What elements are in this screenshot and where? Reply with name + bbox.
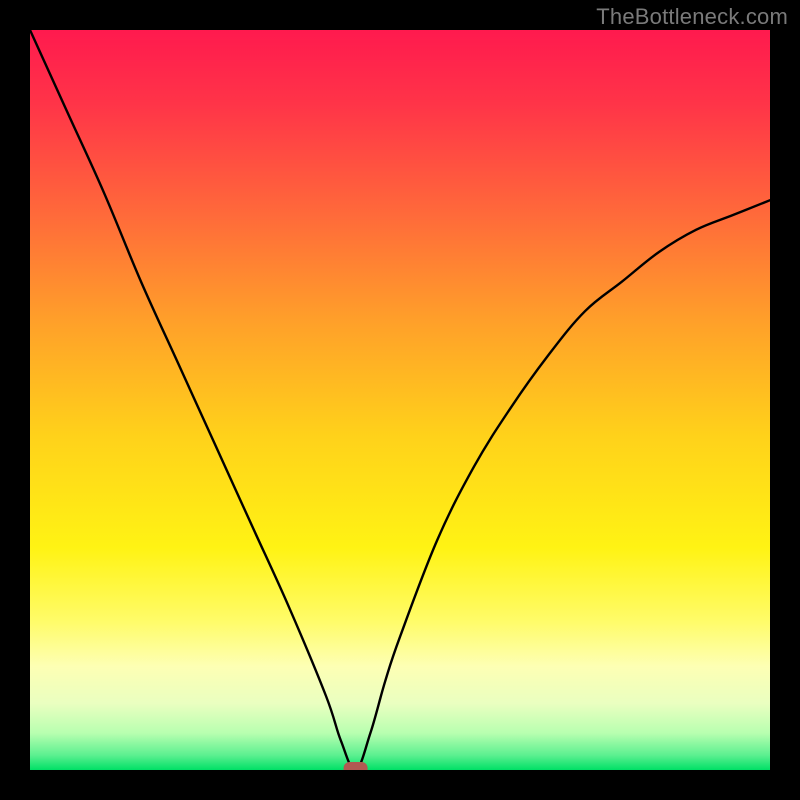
- chart-frame: [30, 30, 770, 770]
- watermark-text: TheBottleneck.com: [596, 4, 788, 30]
- bottleneck-chart: [30, 30, 770, 770]
- chart-background: [30, 30, 770, 770]
- optimum-marker: [344, 762, 368, 770]
